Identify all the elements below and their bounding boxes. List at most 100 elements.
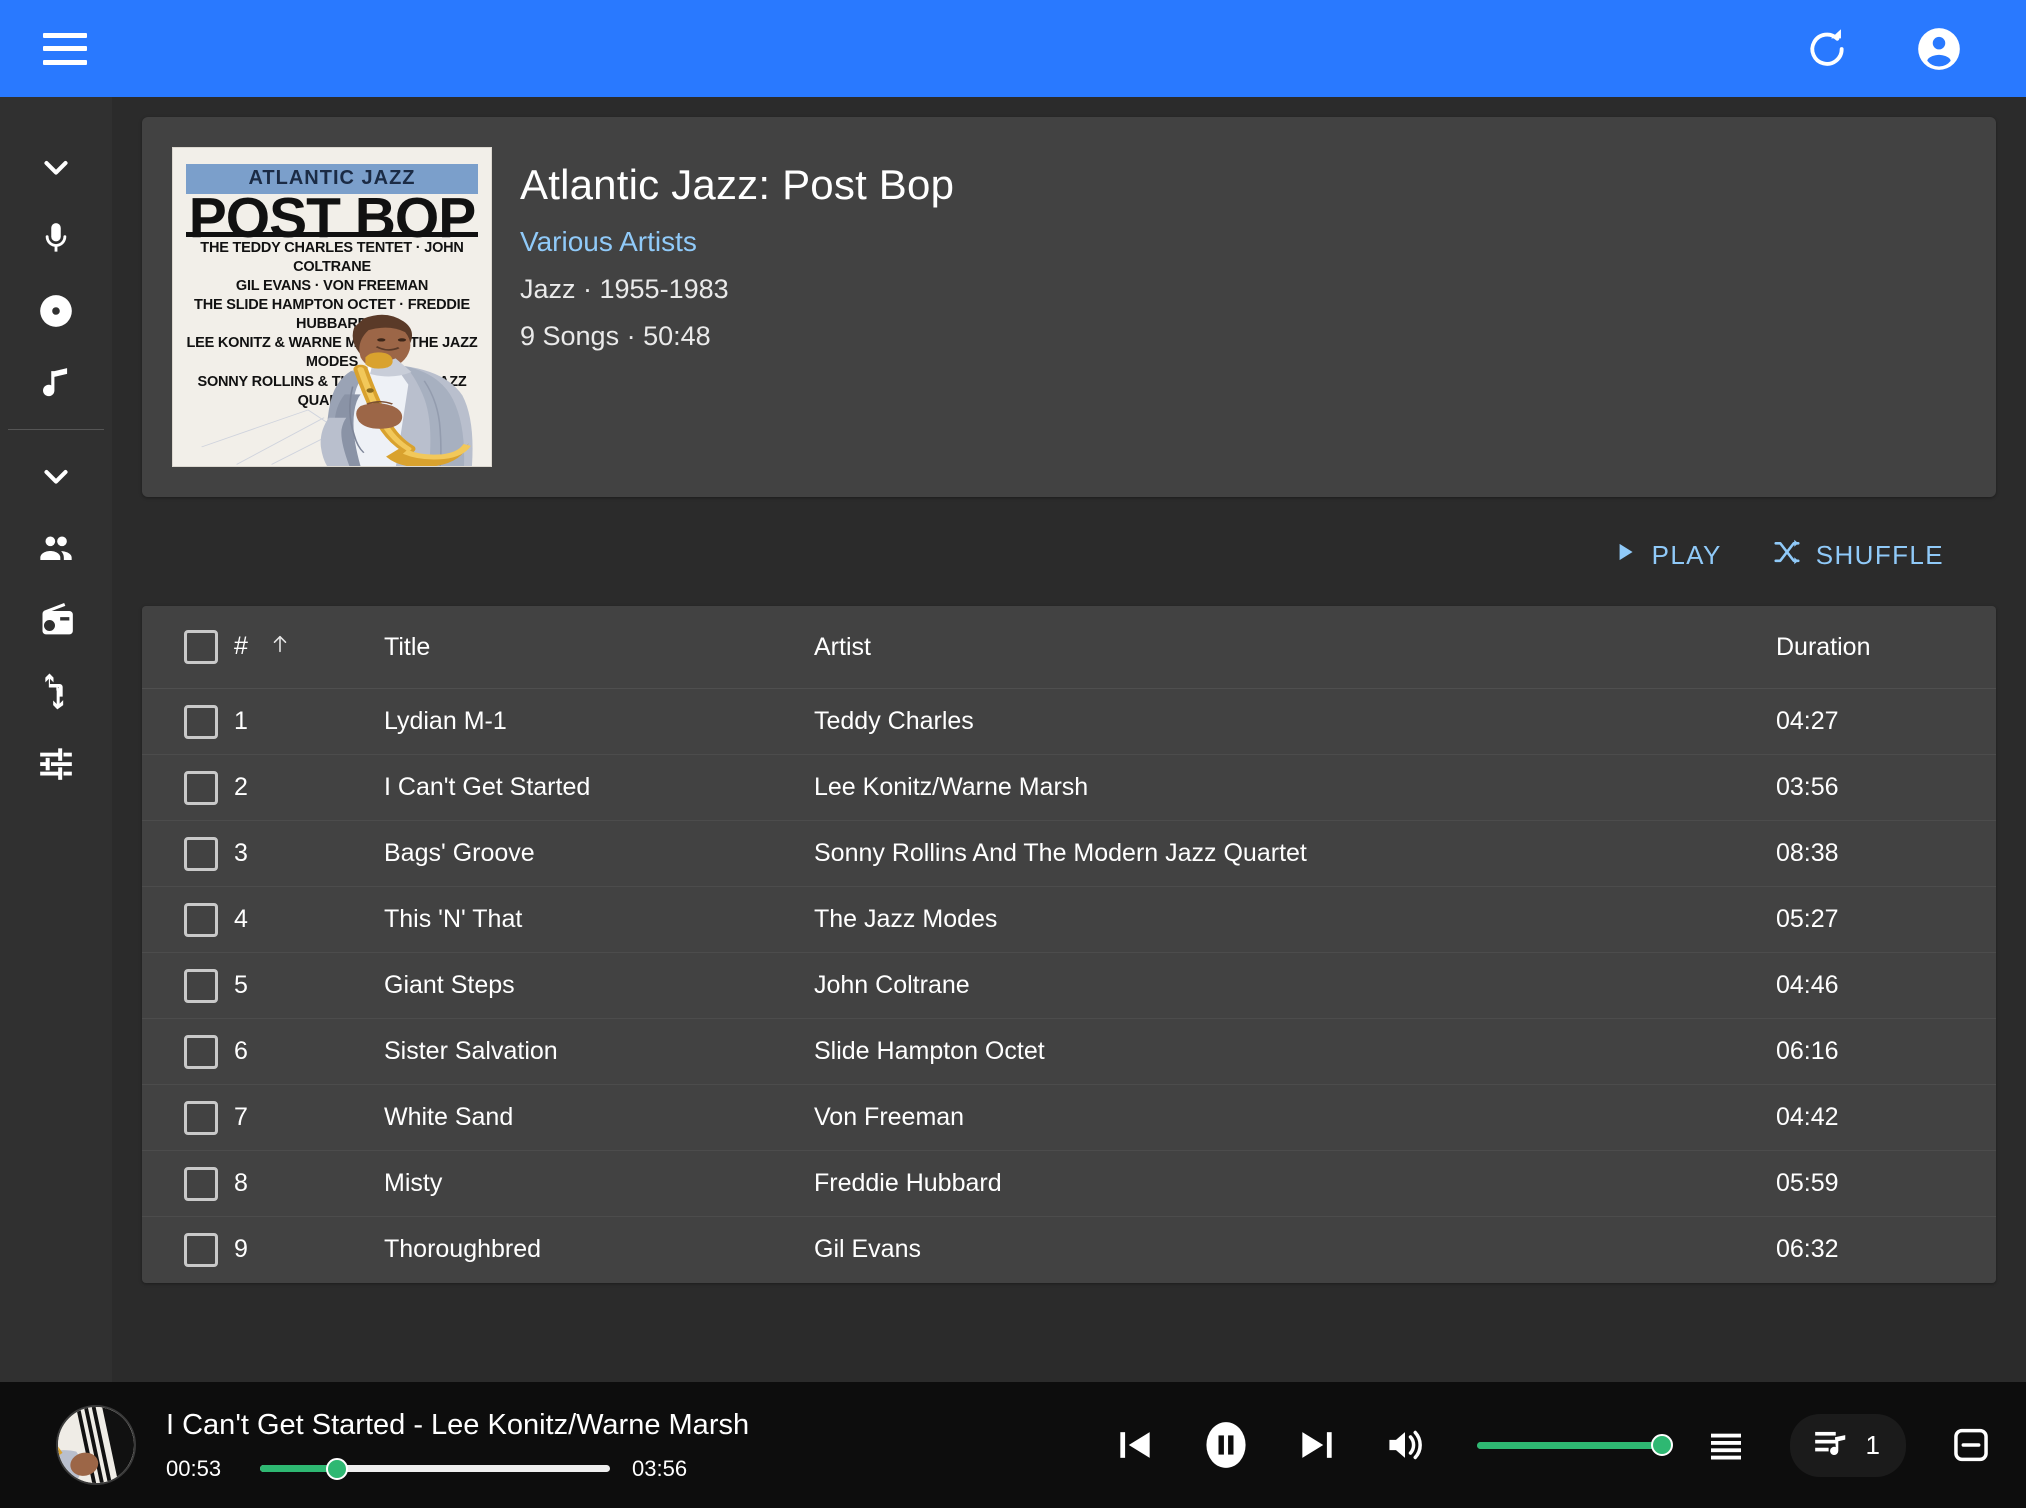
arrow-up-icon	[269, 632, 291, 663]
row-title: Misty	[384, 1151, 814, 1217]
queue-music-icon	[1812, 1424, 1850, 1467]
minimize-window-icon[interactable]	[1950, 1424, 1992, 1466]
row-checkbox-cell	[142, 1019, 234, 1085]
row-checkbox[interactable]	[184, 771, 218, 805]
row-checkbox-cell	[142, 821, 234, 887]
row-duration: 04:42	[1766, 1085, 1996, 1151]
table-row[interactable]: 4 This 'N' That The Jazz Modes 05:27	[142, 887, 1996, 953]
row-title: This 'N' That	[384, 887, 814, 953]
row-checkbox[interactable]	[184, 1035, 218, 1069]
table-row[interactable]: 5 Giant Steps John Coltrane 04:46	[142, 953, 1996, 1019]
row-number: 2	[234, 755, 384, 821]
sidebar-item-radio[interactable]	[0, 584, 112, 656]
sidebar-item-albums[interactable]	[0, 275, 112, 347]
row-checkbox[interactable]	[184, 1167, 218, 1201]
row-checkbox-cell	[142, 1085, 234, 1151]
track-table-body: 1 Lydian M-1 Teddy Charles 04:27 2 I Can…	[142, 689, 1996, 1283]
row-checkbox-cell	[142, 1151, 234, 1217]
cover-credit-line: GIL EVANS · VON FREEMAN	[179, 277, 484, 296]
skip-next-icon[interactable]	[1295, 1423, 1339, 1467]
table-row[interactable]: 2 I Can't Get Started Lee Konitz/Warne M…	[142, 755, 1996, 821]
row-checkbox-cell	[142, 1217, 234, 1283]
table-row[interactable]: 8 Misty Freddie Hubbard 05:59	[142, 1151, 1996, 1217]
row-checkbox-cell	[142, 887, 234, 953]
table-row[interactable]: 7 White Sand Von Freeman 04:42	[142, 1085, 1996, 1151]
row-duration: 06:16	[1766, 1019, 1996, 1085]
music-player-app: ATLANTIC JAZZ POST BOP THE TEDDY CHARLES…	[0, 0, 2026, 1508]
row-artist: Freddie Hubbard	[814, 1151, 1766, 1217]
column-header-number[interactable]: #	[234, 606, 384, 689]
row-title: Giant Steps	[384, 953, 814, 1019]
table-row[interactable]: 9 Thoroughbred Gil Evans 06:32	[142, 1217, 1996, 1283]
seek-row: 00:53 03:56	[166, 1456, 749, 1482]
play-triangle-icon	[1612, 539, 1638, 572]
column-header-title[interactable]: Title	[384, 606, 814, 689]
row-duration: 06:32	[1766, 1217, 1996, 1283]
table-row[interactable]: 3 Bags' Groove Sonny Rollins And The Mod…	[142, 821, 1996, 887]
row-duration: 08:38	[1766, 821, 1996, 887]
row-checkbox[interactable]	[184, 903, 218, 937]
refresh-icon[interactable]	[1796, 18, 1858, 80]
sidebar-item-settings[interactable]	[0, 728, 112, 800]
play-button[interactable]: PLAY	[1602, 533, 1732, 578]
table-row[interactable]: 1 Lydian M-1 Teddy Charles 04:27	[142, 689, 1996, 755]
row-duration: 05:59	[1766, 1151, 1996, 1217]
pause-circle-icon[interactable]	[1201, 1420, 1251, 1470]
column-header-artist[interactable]: Artist	[814, 606, 1766, 689]
row-checkbox[interactable]	[184, 969, 218, 1003]
main-content: ATLANTIC JAZZ POST BOP THE TEDDY CHARLES…	[112, 97, 2026, 1382]
column-header-duration[interactable]: Duration	[1766, 606, 1996, 689]
volume-up-icon[interactable]	[1383, 1423, 1427, 1467]
row-checkbox[interactable]	[184, 1233, 218, 1267]
table-row[interactable]: 6 Sister Salvation Slide Hampton Octet 0…	[142, 1019, 1996, 1085]
album-cover-art: ATLANTIC JAZZ POST BOP THE TEDDY CHARLES…	[172, 147, 492, 467]
now-playing-artwork[interactable]	[56, 1405, 136, 1485]
list-lines-icon[interactable]	[1706, 1425, 1746, 1465]
sidebar-divider	[8, 429, 104, 430]
row-artist: Lee Konitz/Warne Marsh	[814, 755, 1766, 821]
row-title: White Sand	[384, 1085, 814, 1151]
album-metadata: Atlantic Jazz: Post Bop Various Artists …	[492, 147, 954, 467]
row-artist: Gil Evans	[814, 1217, 1766, 1283]
sidebar-item-artists[interactable]	[0, 203, 112, 275]
album-songs-duration: 9 Songs · 50:48	[520, 321, 954, 352]
app-bar	[0, 0, 2026, 97]
shuffle-button[interactable]: SHUFFLE	[1762, 531, 1954, 580]
volume-knob[interactable]	[1651, 1434, 1673, 1456]
shuffle-icon	[1772, 537, 1802, 574]
row-number: 4	[234, 887, 384, 953]
app-bar-left	[34, 18, 96, 80]
seek-knob[interactable]	[326, 1458, 348, 1480]
volume-slider[interactable]	[1477, 1442, 1662, 1449]
body-wrapper: ATLANTIC JAZZ POST BOP THE TEDDY CHARLES…	[0, 97, 2026, 1382]
hamburger-menu-icon[interactable]	[34, 18, 96, 80]
row-artist: The Jazz Modes	[814, 887, 1766, 953]
seek-slider[interactable]	[260, 1465, 610, 1472]
sidebar-item-transform[interactable]	[0, 656, 112, 728]
row-title: Sister Salvation	[384, 1019, 814, 1085]
row-artist: Sonny Rollins And The Modern Jazz Quarte…	[814, 821, 1766, 887]
album-artist-link[interactable]: Various Artists	[520, 226, 954, 258]
now-playing-title: I Can't Get Started - Lee Konitz/Warne M…	[166, 1409, 749, 1442]
account-circle-icon[interactable]	[1908, 18, 1970, 80]
sidebar-collapse-browse[interactable]	[0, 440, 112, 512]
sidebar-item-genres[interactable]	[0, 512, 112, 584]
row-checkbox[interactable]	[184, 1101, 218, 1135]
player-controls: 1	[1113, 1414, 1992, 1477]
row-number: 8	[234, 1151, 384, 1217]
queue-button[interactable]: 1	[1790, 1414, 1906, 1477]
row-checkbox[interactable]	[184, 705, 218, 739]
row-duration: 04:27	[1766, 689, 1996, 755]
album-actions: PLAY SHUFFLE	[112, 497, 1996, 606]
now-playing-info: I Can't Get Started - Lee Konitz/Warne M…	[166, 1409, 749, 1482]
row-checkbox[interactable]	[184, 837, 218, 871]
row-checkbox-cell	[142, 755, 234, 821]
select-all-checkbox[interactable]	[184, 630, 218, 664]
volume-fill	[1477, 1442, 1662, 1449]
shuffle-button-label: SHUFFLE	[1816, 540, 1944, 571]
row-duration: 05:27	[1766, 887, 1996, 953]
sidebar-item-tracks[interactable]	[0, 347, 112, 419]
skip-previous-icon[interactable]	[1113, 1423, 1157, 1467]
row-number: 3	[234, 821, 384, 887]
sidebar-collapse-library[interactable]	[0, 131, 112, 203]
